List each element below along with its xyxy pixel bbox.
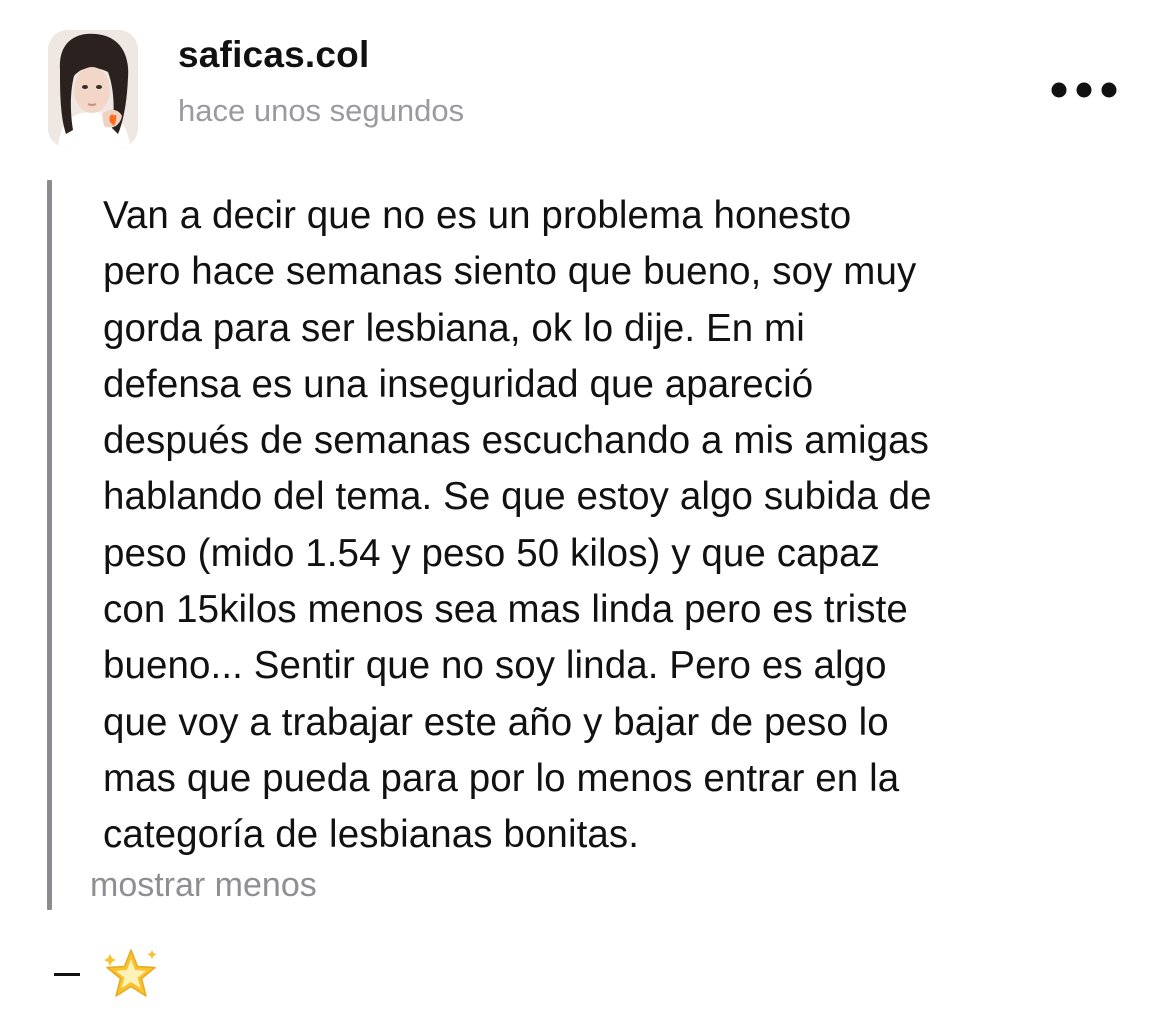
post-content: Van a decir que no es un problema honest… — [47, 180, 1137, 910]
more-horizontal-icon — [1051, 82, 1117, 98]
username[interactable]: saficas.col — [178, 34, 369, 76]
dash-divider — [54, 973, 80, 976]
quote-bar — [47, 180, 52, 910]
avatar[interactable] — [48, 30, 138, 148]
post-header: saficas.col hace unos segundos — [48, 30, 1128, 150]
timestamp: hace unos segundos — [178, 93, 465, 128]
post-body-text: Van a decir que no es un problema honest… — [103, 194, 932, 857]
show-less-link[interactable]: mostrar menos — [90, 866, 317, 905]
avatar-photo — [48, 30, 138, 148]
glowing-star-icon — [102, 946, 160, 1004]
more-options-button[interactable] — [1048, 78, 1120, 102]
